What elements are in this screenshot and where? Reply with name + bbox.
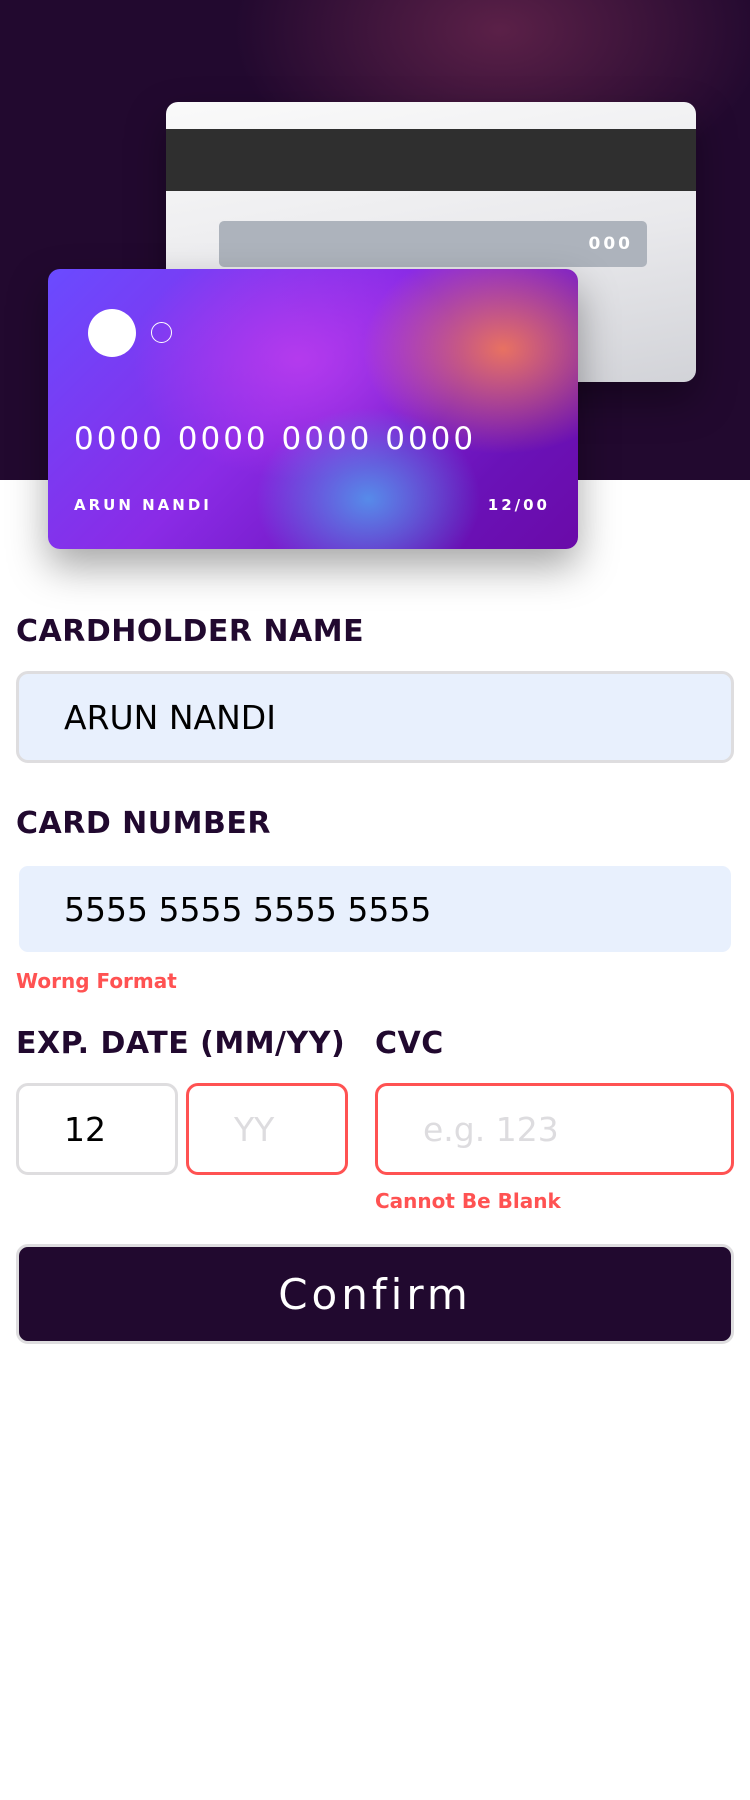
card-number-error: Worng Format — [16, 969, 177, 993]
card-details-page: 000 0000 0000 0000 0000 ARUN NANDI 12/00… — [0, 0, 750, 1800]
signature-strip: 000 — [219, 221, 647, 267]
card-back-cvc: 000 — [588, 234, 633, 254]
cvc-label: CVC — [375, 1026, 444, 1061]
cvc-input[interactable] — [375, 1083, 734, 1175]
card-front-expiry: 12/00 — [487, 496, 550, 514]
confirm-button[interactable]: Confirm — [16, 1244, 734, 1344]
cardholder-name-input[interactable] — [16, 671, 734, 763]
cvc-error: Cannot Be Blank — [375, 1189, 561, 1213]
card-number-label: CARD NUMBER — [16, 806, 271, 841]
card-number-input[interactable] — [16, 863, 734, 955]
magnetic-stripe — [166, 129, 696, 191]
card-front-number: 0000 0000 0000 0000 — [74, 421, 477, 457]
exp-month-input[interactable] — [16, 1083, 178, 1175]
card-logo-circle-filled-icon — [88, 309, 136, 357]
card-logo-circle-outline-icon — [151, 322, 172, 343]
card-front-holder: ARUN NANDI — [74, 496, 212, 514]
card-front: 0000 0000 0000 0000 ARUN NANDI 12/00 — [48, 269, 578, 549]
exp-date-label: EXP. DATE (MM/YY) — [16, 1026, 346, 1061]
exp-year-input[interactable] — [186, 1083, 348, 1175]
cardholder-name-label: CARDHOLDER NAME — [16, 614, 365, 649]
